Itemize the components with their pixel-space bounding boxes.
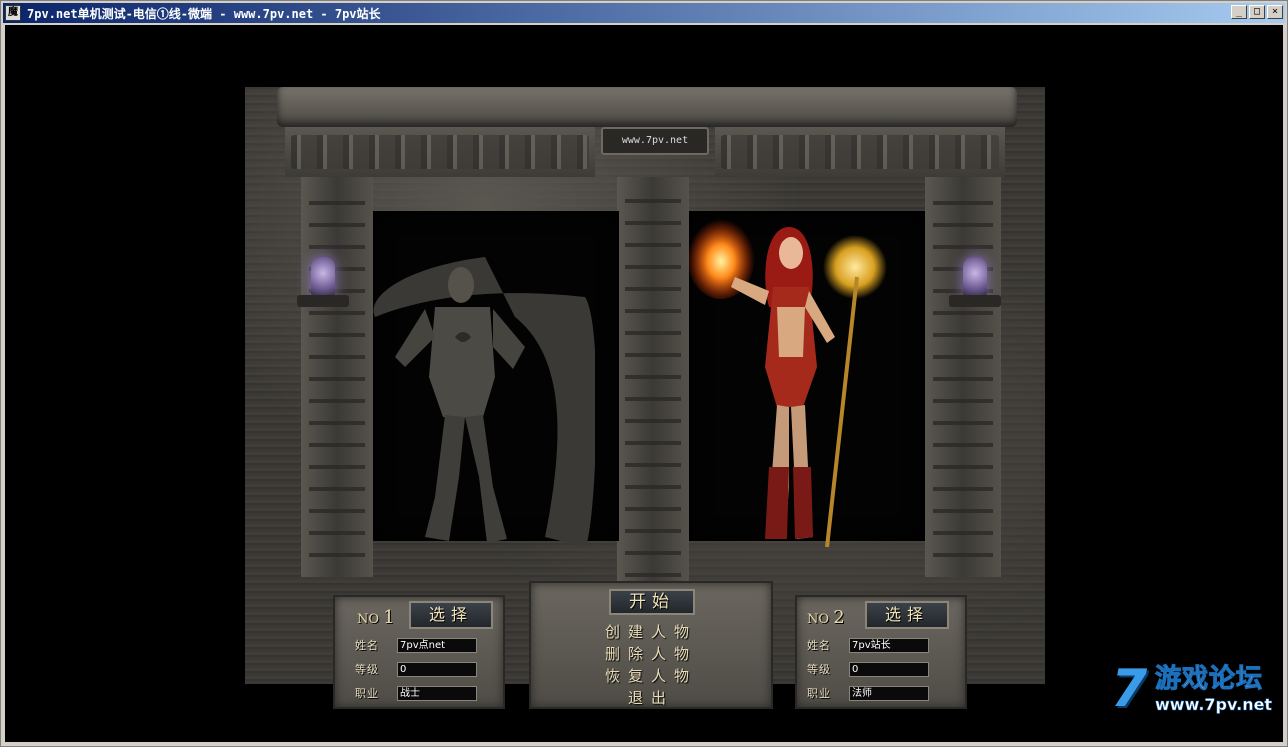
sign-text: www.7pv.net	[621, 135, 689, 146]
level-label: 等级	[807, 663, 831, 676]
level-row: 等级 0	[355, 661, 477, 677]
main-menu-panel: 开始 创建人物 删除人物 恢复人物 退出	[529, 581, 773, 709]
window-controls: _ □ ×	[1231, 5, 1283, 19]
class-row: 职业 战士	[355, 685, 477, 701]
name-value: 7pv点net	[397, 637, 477, 653]
class-label: 职业	[355, 687, 379, 700]
level-label: 等级	[355, 663, 379, 676]
lamp-right-base	[949, 295, 1001, 307]
window-title-suffix: - www.7pv.net - 7pv站长	[219, 6, 381, 21]
name-label: 姓名	[807, 639, 831, 652]
lamp-left-base	[297, 295, 349, 307]
name-value: 7pv站长	[849, 637, 929, 653]
window-title: 7pv.net单机测试-电信①线-微端 - www.7pv.net - 7pv站…	[27, 5, 381, 22]
logo-title: 游戏论坛	[1154, 664, 1264, 694]
select-button-2[interactable]: 选择	[865, 601, 949, 629]
lamp-left-icon	[311, 257, 335, 297]
level-row: 等级 0	[807, 661, 929, 677]
carved-frieze-right	[715, 127, 1005, 177]
create-character-button[interactable]: 创建人物	[531, 621, 771, 642]
pillar-left	[301, 177, 373, 577]
level-value: 0	[397, 661, 477, 677]
class-row: 职业 法师	[807, 685, 929, 701]
warrior-statue[interactable]	[365, 237, 595, 557]
delete-character-button[interactable]: 删除人物	[531, 643, 771, 664]
logo-url: www.7pv.net	[1155, 695, 1273, 715]
carved-frieze-left	[285, 127, 595, 177]
character-select-scene: www.7pv.net NO 1 选择 姓名 7pv点net 等级 0 职业 战…	[245, 87, 1045, 709]
class-label: 职业	[807, 687, 831, 700]
app-icon[interactable]: 魔	[5, 5, 21, 21]
site-watermark-logo: 7 游戏论坛 www.7pv.net	[1111, 661, 1281, 721]
logo-seven: 7	[1111, 659, 1148, 719]
maximize-button[interactable]: □	[1249, 5, 1265, 19]
name-row: 姓名 7pv站长	[807, 637, 929, 653]
close-button[interactable]: ×	[1267, 5, 1283, 19]
exit-button[interactable]: 退出	[531, 687, 771, 708]
minimize-button[interactable]: _	[1231, 5, 1247, 19]
character-slot-2: NO 2 选择 姓名 7pv站长 等级 0 职业 法师	[795, 595, 967, 709]
slot-number: NO 1	[357, 607, 395, 628]
slot-number: NO 2	[807, 607, 845, 628]
name-row: 姓名 7pv点net	[355, 637, 477, 653]
pillar-right	[925, 177, 1001, 577]
start-button[interactable]: 开始	[609, 589, 695, 615]
game-viewport: www.7pv.net NO 1 选择 姓名 7pv点net 等级 0 职业 战…	[5, 25, 1283, 742]
level-value: 0	[849, 661, 929, 677]
restore-character-button[interactable]: 恢复人物	[531, 665, 771, 686]
website-sign: www.7pv.net	[601, 127, 709, 155]
select-button-1[interactable]: 选择	[409, 601, 493, 629]
title-bar[interactable]: 魔 7pv.net单机测试-电信①线-微端 - www.7pv.net - 7p…	[3, 3, 1285, 23]
character-slot-1: NO 1 选择 姓名 7pv点net 等级 0 职业 战士	[333, 595, 505, 709]
class-value: 战士	[397, 685, 477, 701]
class-value: 法师	[849, 685, 929, 701]
app-window: 魔 7pv.net单机测试-电信①线-微端 - www.7pv.net - 7p…	[0, 0, 1288, 747]
mage-figure[interactable]	[685, 187, 905, 567]
name-label: 姓名	[355, 639, 379, 652]
pillar-center	[617, 177, 689, 597]
lamp-right-icon	[963, 257, 987, 297]
stone-lintel	[277, 87, 1017, 127]
window-title-main: 7pv.net单机测试-电信①线-微端	[27, 6, 213, 21]
